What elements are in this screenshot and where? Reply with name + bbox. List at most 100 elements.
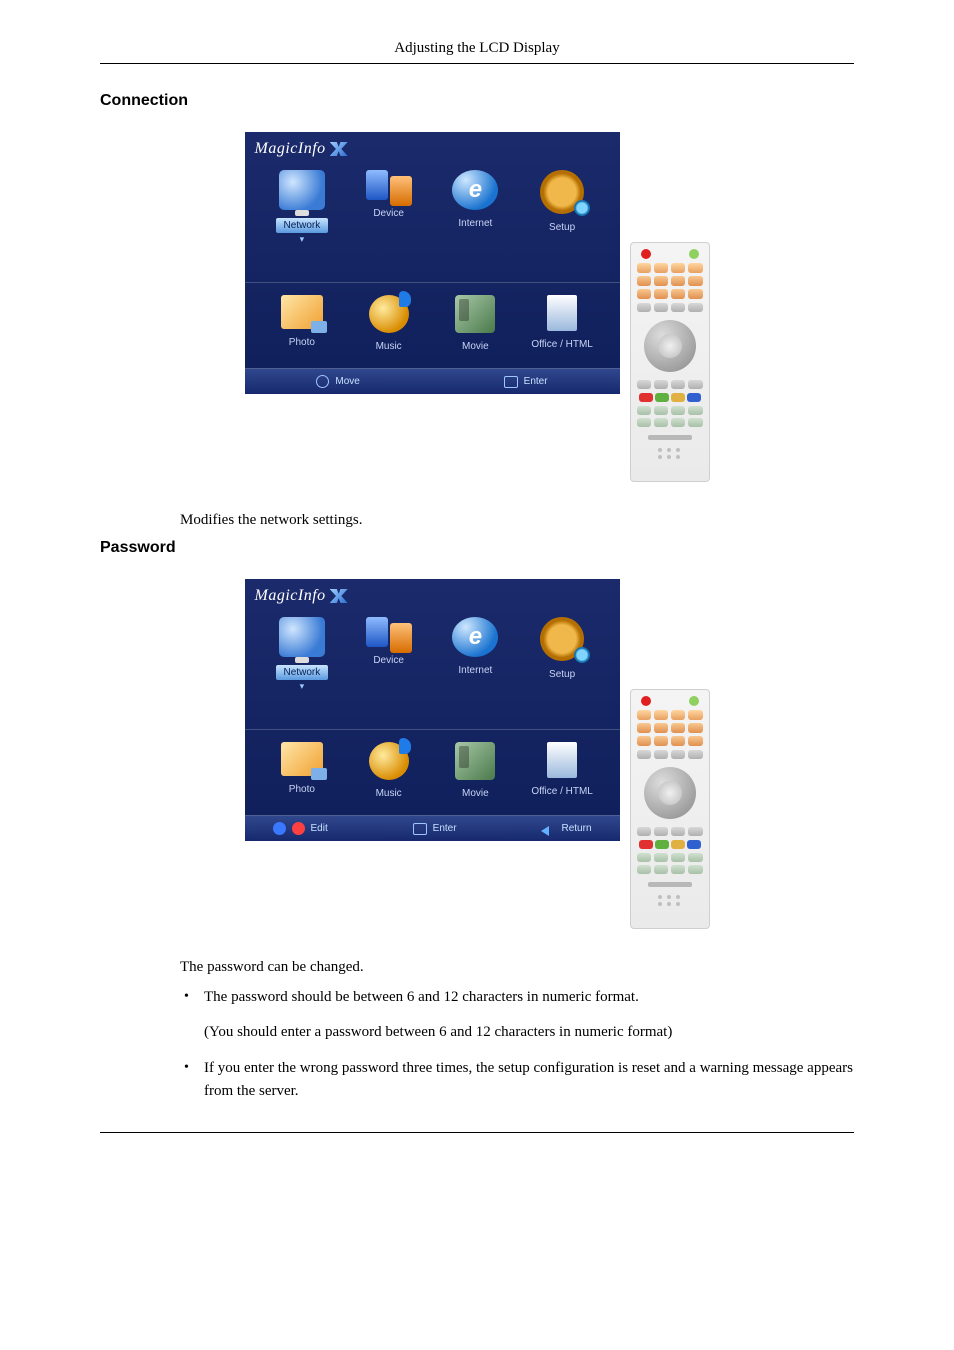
menu-photo[interactable]: Photo [262, 742, 342, 799]
monitor-icon [279, 617, 325, 657]
monitor-icon [279, 170, 325, 210]
photo-icon [281, 742, 323, 776]
hint-edit: Edit [273, 822, 328, 835]
music-icon [369, 742, 409, 780]
menu-photo[interactable]: Photo [262, 295, 342, 352]
menu-label: Internet [458, 218, 492, 229]
password-bullets: The password should be between 6 and 12 … [180, 986, 854, 1102]
osd-top-row: Network Device e Internet Setup [245, 170, 620, 233]
osd-screen: MagicInfo Network Device e Internet [245, 579, 620, 841]
bullet-text: If you enter the wrong password three ti… [204, 1060, 853, 1099]
hint-label: Enter [433, 823, 457, 834]
photo-icon [281, 295, 323, 329]
page-header: Adjusting the LCD Display [100, 40, 854, 64]
logo-x-icon [330, 589, 348, 603]
menu-movie[interactable]: Movie [435, 295, 515, 352]
figure-connection: MagicInfo Network Device e Internet [100, 132, 854, 482]
remote-dial [644, 767, 696, 819]
footer-rule [100, 1132, 854, 1133]
menu-label: Device [373, 208, 404, 219]
menu-label: Photo [289, 784, 315, 795]
movie-icon [455, 295, 495, 333]
gear-icon [540, 170, 584, 214]
power-led-icon [641, 696, 651, 706]
menu-office[interactable]: Office / HTML [522, 742, 602, 799]
document-icon [547, 742, 577, 778]
remote-control [630, 689, 710, 929]
music-icon [369, 295, 409, 333]
hint-label: Return [561, 823, 591, 834]
osd-hints: Move Enter [245, 368, 620, 394]
document-icon [547, 295, 577, 331]
hint-label: Edit [311, 823, 328, 834]
menu-setup[interactable]: Setup [522, 170, 602, 233]
menu-label: Office / HTML [531, 339, 593, 350]
power-led-icon [641, 249, 651, 259]
osd-top-row: Network Device e Internet Setup [245, 617, 620, 680]
remote-dial [644, 320, 696, 372]
osd-bottom-row: Photo Music Movie Office / HTML [245, 282, 620, 352]
hint-move: Move [316, 375, 359, 388]
menu-network[interactable]: Network [262, 170, 342, 233]
bullet-text: The password should be between 6 and 12 … [204, 989, 639, 1005]
bullet-note: (You should enter a password between 6 a… [204, 1021, 854, 1044]
dot-icon [273, 822, 286, 835]
remote-control [630, 242, 710, 482]
menu-internet[interactable]: e Internet [435, 617, 515, 680]
menu-device[interactable]: Device [349, 617, 429, 680]
menu-label: Setup [549, 669, 575, 680]
movie-icon [455, 742, 495, 780]
hint-label: Enter [524, 376, 548, 387]
section-title-connection: Connection [100, 92, 854, 110]
menu-label: Device [373, 655, 404, 666]
gear-icon [540, 617, 584, 661]
password-intro: The password can be changed. [180, 959, 854, 976]
menu-network[interactable]: Network [262, 617, 342, 680]
menu-internet[interactable]: e Internet [435, 170, 515, 233]
menu-label: Office / HTML [531, 786, 593, 797]
internet-icon: e [452, 170, 498, 210]
osd-logo: MagicInfo [255, 587, 348, 605]
menu-label: Music [376, 788, 402, 799]
menu-label: Internet [458, 665, 492, 676]
osd-bottom-row: Photo Music Movie Office / HTML [245, 729, 620, 799]
menu-label: Photo [289, 337, 315, 348]
menu-label: Network [276, 665, 329, 680]
enter-icon [413, 823, 427, 835]
menu-label: Movie [462, 341, 489, 352]
menu-label: Network [276, 218, 329, 233]
bullet-item: If you enter the wrong password three ti… [180, 1057, 854, 1102]
dot-icon [292, 822, 305, 835]
device-icon [366, 170, 412, 200]
osd-logo: MagicInfo [255, 140, 348, 158]
figure-password: MagicInfo Network Device e Internet [100, 579, 854, 929]
internet-icon: e [452, 617, 498, 657]
menu-music[interactable]: Music [349, 295, 429, 352]
move-icon [316, 375, 329, 388]
hint-enter: Enter [413, 823, 457, 835]
osd-screen: MagicInfo Network Device e Internet [245, 132, 620, 394]
status-led-icon [689, 249, 699, 259]
section-title-password: Password [100, 539, 854, 557]
menu-label: Setup [549, 222, 575, 233]
connection-description: Modifies the network settings. [180, 512, 854, 529]
osd-hints: Edit Enter Return [245, 815, 620, 841]
logo-text: MagicInfo [255, 587, 326, 605]
hint-enter: Enter [504, 376, 548, 388]
menu-music[interactable]: Music [349, 742, 429, 799]
menu-label: Music [376, 341, 402, 352]
logo-text: MagicInfo [255, 140, 326, 158]
menu-label: Movie [462, 788, 489, 799]
status-led-icon [689, 696, 699, 706]
enter-icon [504, 376, 518, 388]
menu-setup[interactable]: Setup [522, 617, 602, 680]
bullet-item: The password should be between 6 and 12 … [180, 986, 854, 1043]
hint-return: Return [541, 823, 591, 835]
return-icon [541, 823, 555, 835]
menu-device[interactable]: Device [349, 170, 429, 233]
menu-office[interactable]: Office / HTML [522, 295, 602, 352]
menu-movie[interactable]: Movie [435, 742, 515, 799]
logo-x-icon [330, 142, 348, 156]
hint-label: Move [335, 376, 359, 387]
device-icon [366, 617, 412, 647]
